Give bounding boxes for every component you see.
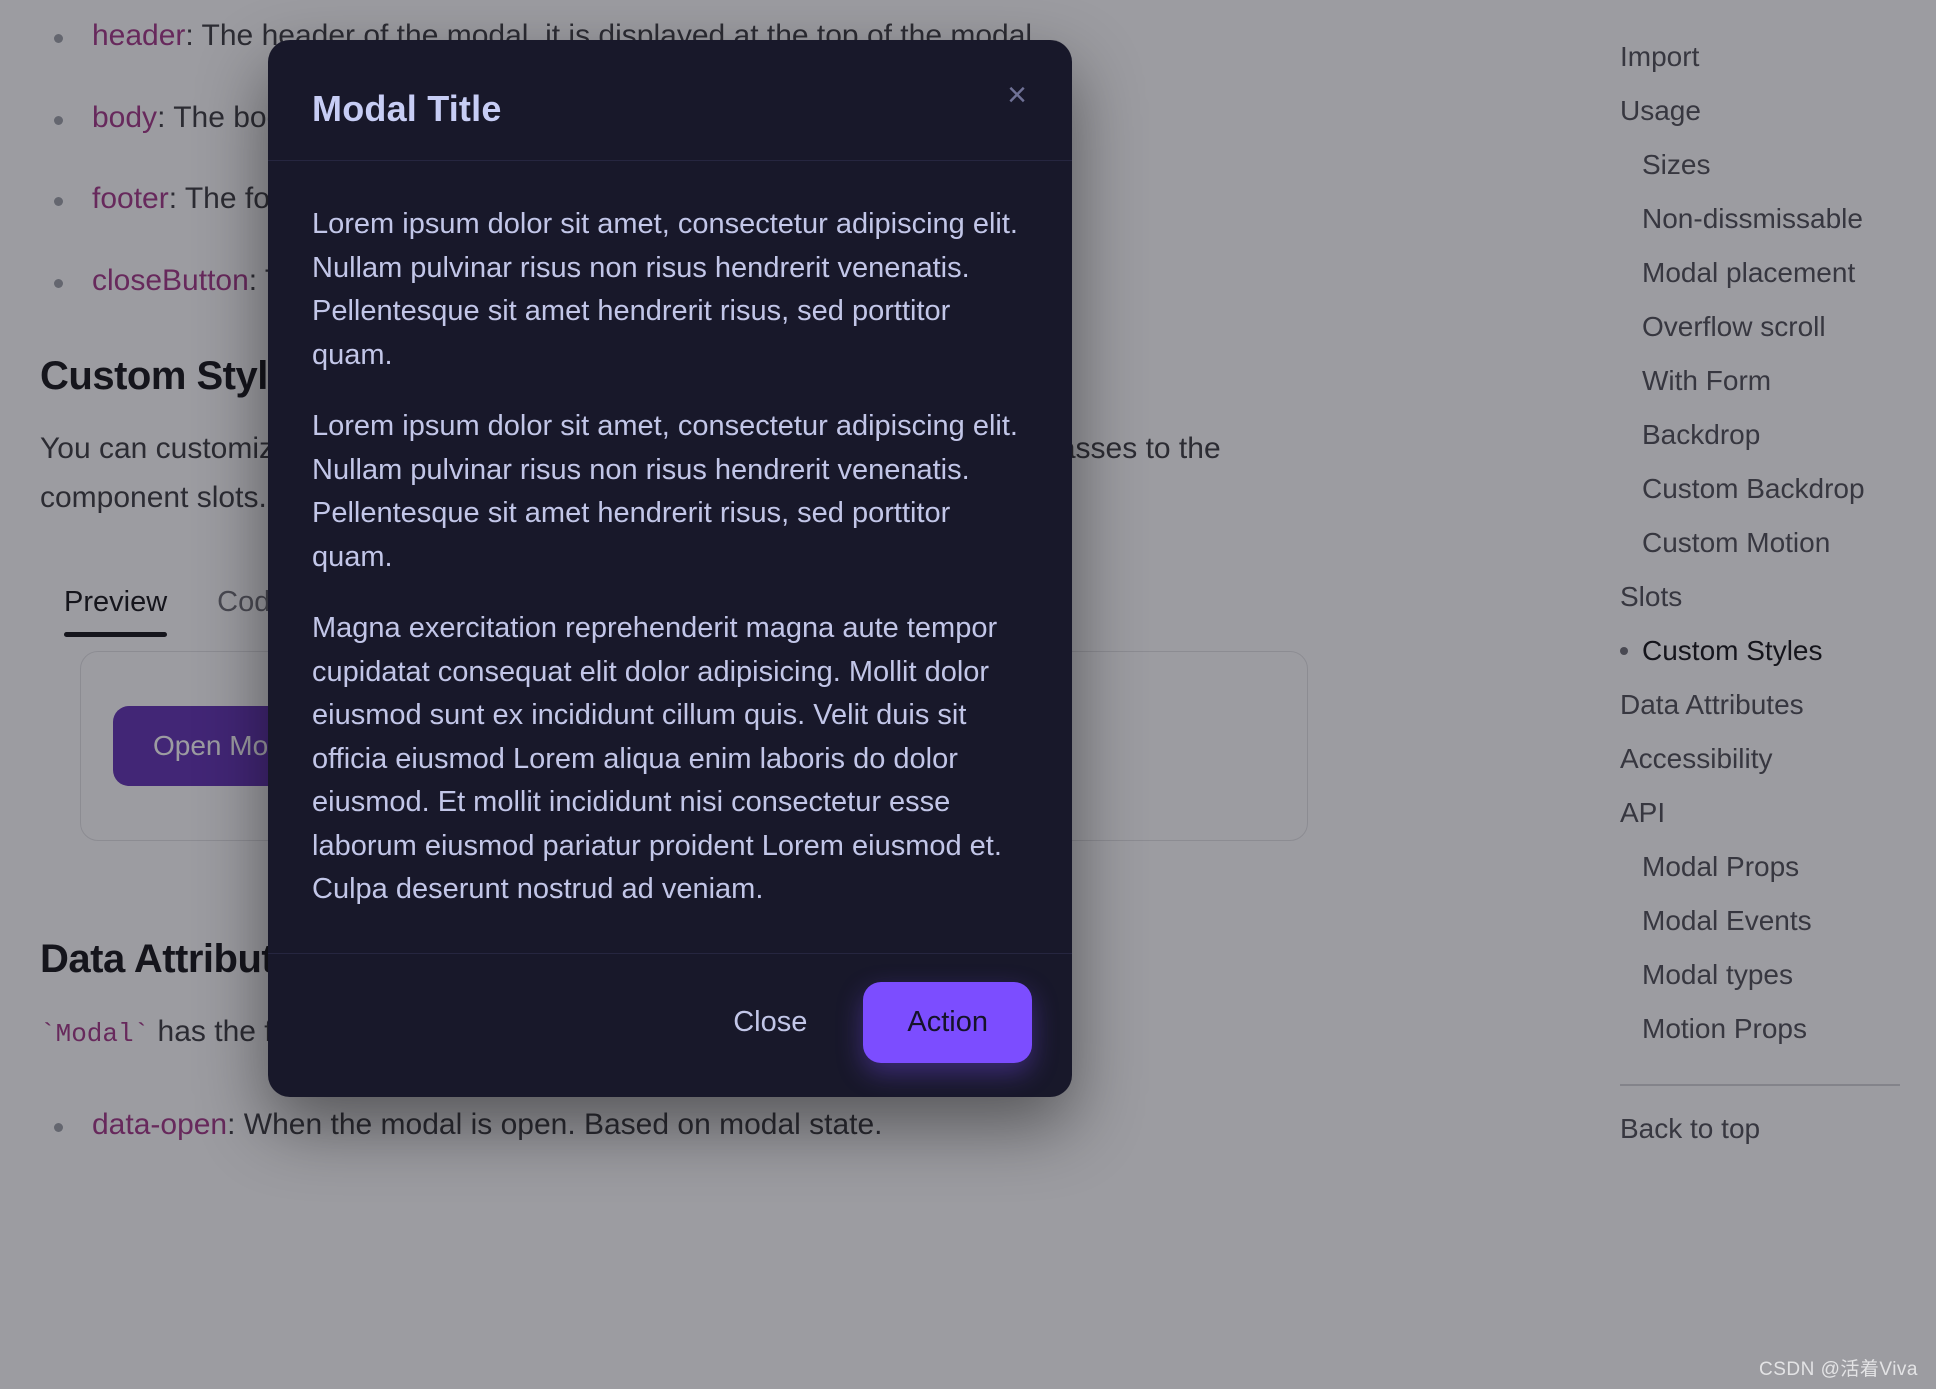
modal-header: Modal Title ×	[268, 40, 1072, 161]
close-icon[interactable]: ×	[994, 72, 1040, 118]
modal-body: Lorem ipsum dolor sit amet, consectetur …	[268, 161, 1072, 953]
modal-title: Modal Title	[312, 88, 502, 129]
modal-action-button[interactable]: Action	[863, 982, 1032, 1063]
modal-paragraph: Lorem ipsum dolor sit amet, consectetur …	[312, 208, 1018, 371]
modal-paragraph: Lorem ipsum dolor sit amet, consectetur …	[312, 410, 1018, 573]
modal-paragraph: Magna exercitation reprehenderit magna a…	[312, 612, 1002, 905]
modal-footer: Close Action	[268, 953, 1072, 1097]
modal-dialog: Modal Title × Lorem ipsum dolor sit amet…	[268, 40, 1072, 1097]
modal-close-button[interactable]: Close	[705, 986, 835, 1059]
